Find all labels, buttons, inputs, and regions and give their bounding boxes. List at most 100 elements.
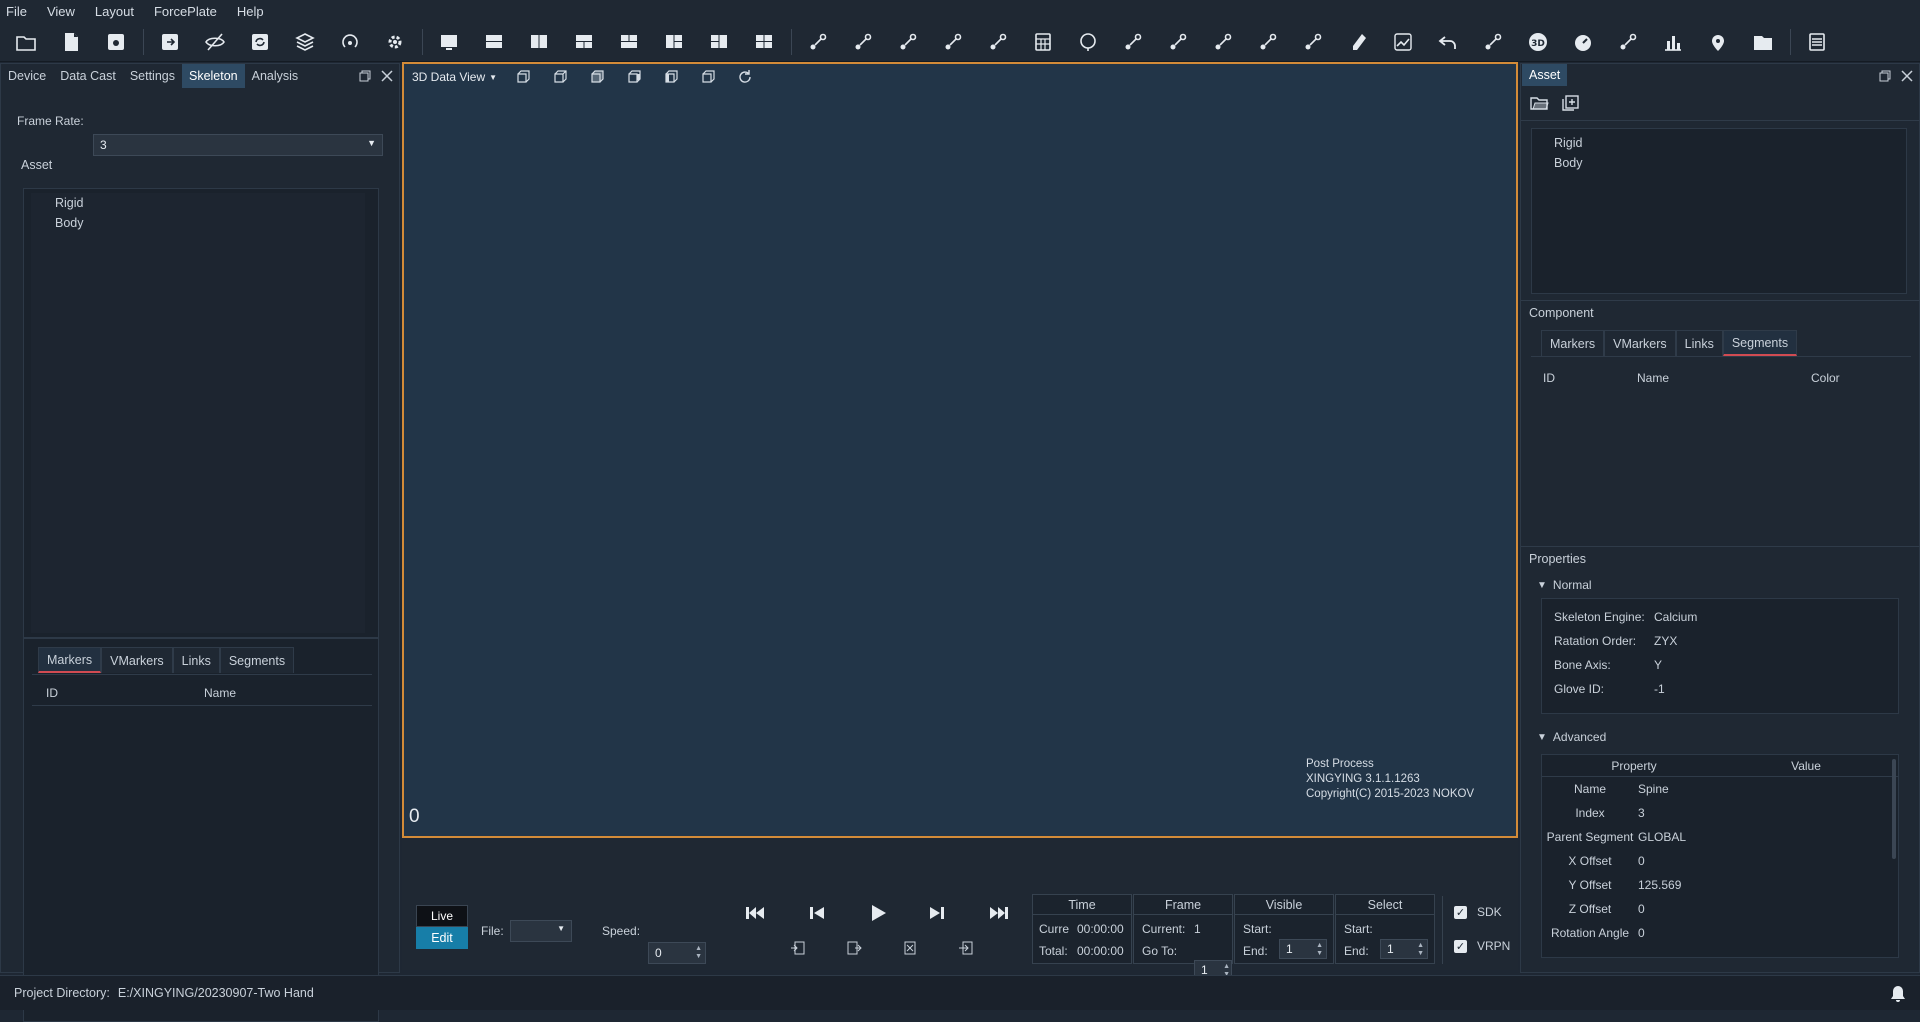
pen-icon[interactable] bbox=[1340, 25, 1376, 59]
clip-start-icon[interactable] bbox=[790, 940, 806, 956]
column-color[interactable]: Color bbox=[1811, 371, 1840, 385]
subtab-segments[interactable]: Segments bbox=[1722, 330, 1798, 356]
layout-three-a-icon[interactable] bbox=[566, 25, 602, 59]
prop-value[interactable]: 3 bbox=[1638, 806, 1645, 820]
link-markers-icon[interactable] bbox=[800, 25, 836, 59]
prop-value[interactable]: ZYX bbox=[1654, 634, 1677, 648]
visible-start-spinbox[interactable]: 1 ▲ ▼ bbox=[1279, 939, 1327, 959]
add-asset-icon[interactable] bbox=[1561, 94, 1581, 112]
subtab-links[interactable]: Links bbox=[1675, 330, 1723, 356]
prop-value[interactable]: 125.569 bbox=[1638, 878, 1681, 892]
menu-layout[interactable]: Layout bbox=[95, 4, 134, 19]
tab-device[interactable]: Device bbox=[1, 64, 53, 88]
file-select[interactable]: ▼ bbox=[510, 920, 572, 942]
step-forward-icon[interactable] bbox=[926, 902, 948, 924]
bar-chart-icon[interactable] bbox=[1655, 25, 1691, 59]
column-id[interactable]: ID bbox=[1543, 371, 1555, 385]
link-add-icon[interactable] bbox=[845, 25, 881, 59]
open-folder-icon[interactable] bbox=[1529, 94, 1549, 112]
skip-to-start-icon[interactable] bbox=[744, 902, 766, 924]
cut-link-icon[interactable] bbox=[890, 25, 926, 59]
view-back-icon[interactable] bbox=[548, 67, 572, 87]
subtab-segments[interactable]: Segments bbox=[219, 647, 295, 673]
layout-three-d-icon[interactable] bbox=[701, 25, 737, 59]
folder-icon[interactable] bbox=[1745, 25, 1781, 59]
prop-value[interactable]: Calcium bbox=[1654, 610, 1697, 624]
menu-file[interactable]: File bbox=[6, 4, 27, 19]
menu-view[interactable]: View bbox=[47, 4, 75, 19]
subtab-vmarkers[interactable]: VMarkers bbox=[1604, 330, 1676, 356]
layers-icon[interactable] bbox=[287, 25, 323, 59]
prop-value[interactable]: -1 bbox=[1654, 682, 1665, 696]
gauge-icon[interactable] bbox=[1565, 25, 1601, 59]
prop-value[interactable]: 0 bbox=[1638, 854, 1645, 868]
notification-bell-icon[interactable] bbox=[1888, 984, 1908, 1004]
tab-data-cast[interactable]: Data Cast bbox=[53, 64, 123, 88]
tree-item-body[interactable]: Body bbox=[31, 213, 365, 233]
new-file-icon[interactable] bbox=[53, 25, 89, 59]
link-edit-icon[interactable] bbox=[935, 25, 971, 59]
clip-end-icon[interactable] bbox=[846, 940, 862, 956]
save-icon[interactable] bbox=[98, 25, 134, 59]
tab-analysis[interactable]: Analysis bbox=[245, 64, 306, 88]
cross-markers-icon[interactable] bbox=[1115, 25, 1151, 59]
chart-line-icon[interactable] bbox=[1385, 25, 1421, 59]
step-back-icon[interactable] bbox=[806, 902, 828, 924]
branch-icon[interactable] bbox=[1610, 25, 1646, 59]
save-as-icon[interactable] bbox=[152, 25, 188, 59]
sdk-checkbox[interactable]: ✓ SDK bbox=[1454, 905, 1502, 919]
broadcast-icon[interactable] bbox=[332, 25, 368, 59]
view-bottom-icon[interactable] bbox=[696, 67, 720, 87]
settings-gear-icon[interactable] bbox=[377, 25, 413, 59]
float-panel-icon[interactable] bbox=[1877, 68, 1893, 84]
3d-icon[interactable]: 3D bbox=[1520, 25, 1556, 59]
filter-icon[interactable] bbox=[1205, 25, 1241, 59]
hide-icon[interactable] bbox=[197, 25, 233, 59]
view-right-icon[interactable] bbox=[622, 67, 646, 87]
3d-viewport[interactable] bbox=[402, 62, 1518, 838]
edit-button[interactable]: Edit bbox=[416, 927, 468, 949]
view-top-icon[interactable] bbox=[659, 67, 683, 87]
tree-item-body[interactable]: Body bbox=[1554, 153, 1906, 173]
tree-item-rigid[interactable]: Rigid bbox=[31, 193, 365, 213]
layout-split-v-icon[interactable] bbox=[521, 25, 557, 59]
prop-value[interactable]: Y bbox=[1654, 658, 1662, 672]
prop-value[interactable]: GLOBAL bbox=[1638, 830, 1686, 844]
layout-three-b-icon[interactable] bbox=[611, 25, 647, 59]
skip-to-end-icon[interactable] bbox=[988, 902, 1010, 924]
select-start-spinbox[interactable]: 1 ▲ ▼ bbox=[1380, 939, 1428, 959]
prop-value[interactable]: Spine bbox=[1638, 782, 1669, 796]
column-name[interactable]: Name bbox=[204, 686, 236, 700]
refresh-icon[interactable] bbox=[242, 25, 278, 59]
undo-icon[interactable] bbox=[1430, 25, 1466, 59]
float-panel-icon[interactable] bbox=[357, 68, 373, 84]
open-folder-icon[interactable] bbox=[8, 25, 44, 59]
subtab-vmarkers[interactable]: VMarkers bbox=[101, 647, 173, 673]
layout-quad-icon[interactable] bbox=[746, 25, 782, 59]
layout-single-icon[interactable] bbox=[431, 25, 467, 59]
refresh-view-icon[interactable] bbox=[733, 67, 757, 87]
frame-rate-select[interactable]: 3 ▼ bbox=[93, 134, 383, 156]
location-pin-icon[interactable] bbox=[1700, 25, 1736, 59]
tab-settings[interactable]: Settings bbox=[123, 64, 182, 88]
clip-cut-icon[interactable] bbox=[902, 940, 918, 956]
prop-value[interactable]: 0 bbox=[1638, 902, 1645, 916]
view-front-icon[interactable] bbox=[511, 67, 535, 87]
scrollbar[interactable] bbox=[1892, 759, 1896, 859]
menu-forceplate[interactable]: ForcePlate bbox=[154, 4, 217, 19]
advanced-section-toggle[interactable]: ▼ Advanced bbox=[1537, 730, 1606, 744]
calculator-icon[interactable] bbox=[1025, 25, 1061, 59]
list-icon[interactable] bbox=[1799, 25, 1835, 59]
clip-range-icon[interactable] bbox=[958, 940, 974, 956]
copy-icon[interactable] bbox=[1475, 25, 1511, 59]
view-left-icon[interactable] bbox=[585, 67, 609, 87]
subtab-markers[interactable]: Markers bbox=[1541, 330, 1605, 356]
speed-spinbox[interactable]: 0 ▲ ▼ bbox=[648, 942, 706, 964]
column-id[interactable]: ID bbox=[46, 686, 58, 700]
close-panel-icon[interactable] bbox=[379, 68, 395, 84]
wave-icon[interactable] bbox=[1160, 25, 1196, 59]
view-mode-dropdown[interactable]: 3D Data View ▼ bbox=[412, 70, 497, 84]
column-name[interactable]: Name bbox=[1637, 371, 1669, 385]
subtab-markers[interactable]: Markers bbox=[38, 647, 102, 673]
prop-value[interactable]: 0 bbox=[1638, 926, 1645, 940]
